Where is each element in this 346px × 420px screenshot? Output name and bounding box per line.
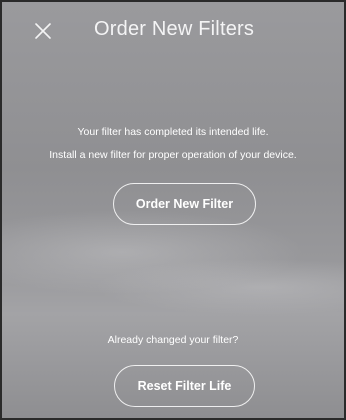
order-filters-screen: Order New Filters Your filter has comple…	[0, 0, 346, 420]
page-title: Order New Filters	[94, 18, 255, 40]
order-new-filter-button[interactable]: Order New Filter	[113, 183, 256, 225]
reset-filter-life-button[interactable]: Reset Filter Life	[114, 365, 255, 407]
filter-status-message: Your filter has completed its intended l…	[77, 126, 269, 138]
already-changed-question: Already changed your filter?	[107, 334, 239, 346]
close-icon[interactable]	[32, 20, 54, 42]
header: Order New Filters	[2, 2, 344, 60]
filter-instruction-message: Install a new filter for proper operatio…	[49, 149, 297, 161]
order-new-filter-label: Order New Filter	[135, 197, 234, 211]
reset-filter-life-label: Reset Filter Life	[137, 379, 232, 393]
